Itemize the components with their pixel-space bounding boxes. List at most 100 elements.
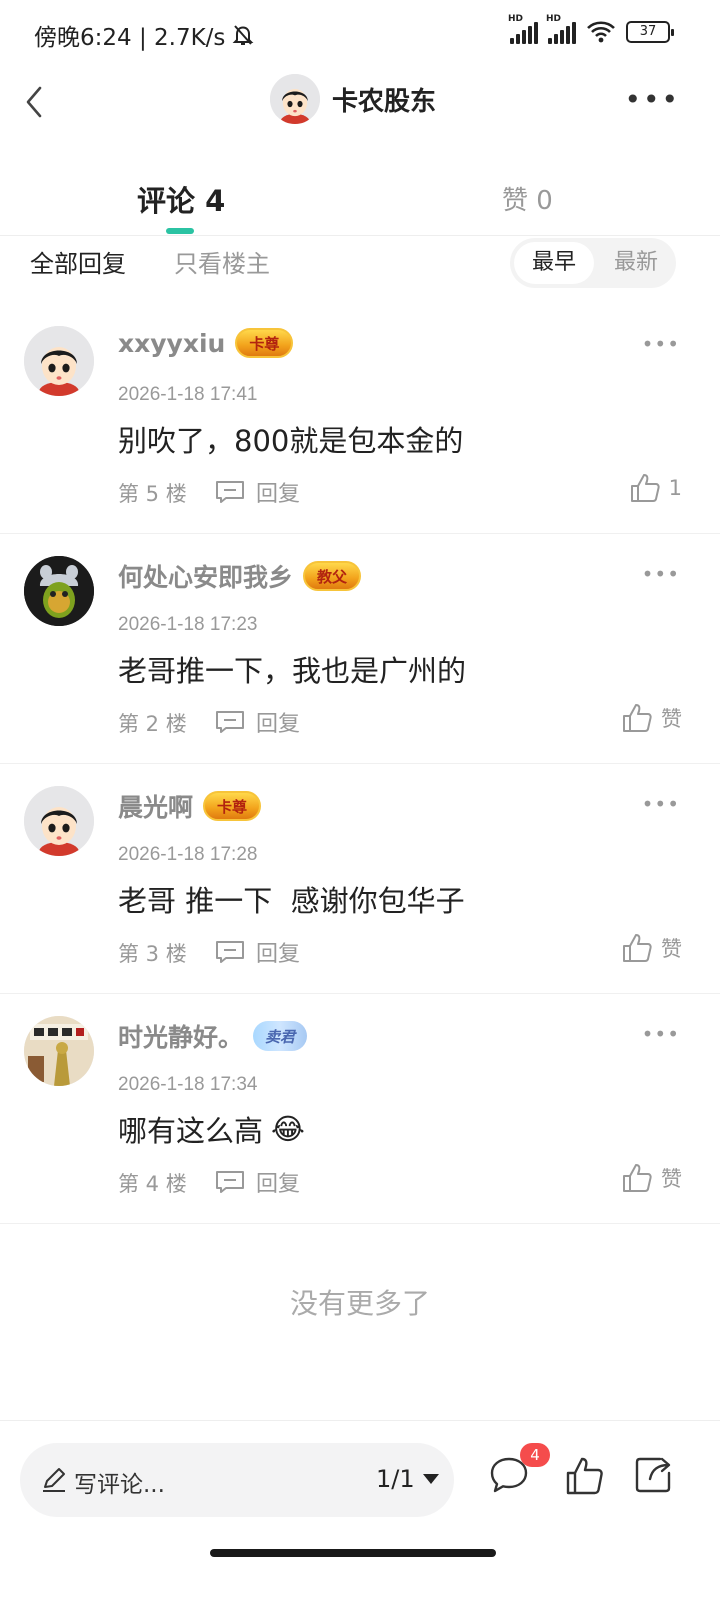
commenter-name-row: 何处心安即我乡 教父 <box>118 558 362 594</box>
commenter-name[interactable]: 何处心安即我乡 <box>118 558 293 594</box>
filter-row: 全部回复 只看楼主 最早 最新 <box>0 236 720 292</box>
laughing-tears-emoji-icon: 😂 <box>271 1112 305 1146</box>
comment-text: 老哥 推一下 感谢你包华子 <box>118 878 465 920</box>
status-right: HD HD 37 <box>508 14 674 44</box>
comment-text: 别吹了，800就是包本金的 <box>118 418 463 460</box>
status-left: 傍晚6:24 | 2.7K/s <box>34 18 255 52</box>
write-comment-placeholder: 写评论... <box>74 1472 165 1498</box>
header-user[interactable]: 卡农股东 <box>270 74 436 124</box>
comment-item: xxyyxiu 卡尊 ••• 2026-1-18 17:41 别吹了，800就是… <box>0 304 720 534</box>
comment-text-content: 哪有这么高 <box>118 1114 264 1148</box>
reply-button[interactable]: 回复 <box>214 476 300 508</box>
hd-label-2: HD <box>546 14 562 24</box>
rank-badge: 卡尊 <box>235 328 294 358</box>
thumbs-up-icon <box>623 1164 652 1192</box>
sort-earliest-button[interactable]: 最早 <box>514 242 594 284</box>
battery-icon: 37 <box>626 21 674 43</box>
like-label: 赞 <box>661 1167 682 1191</box>
back-arrow-icon[interactable] <box>18 82 58 122</box>
wifi-icon <box>587 21 615 43</box>
comment-text-content: 别吹了，800就是包本金的 <box>118 424 464 458</box>
comment-item: 晨光啊 卡尊 ••• 2026-1-18 17:28 老哥 推一下 感谢你包华子… <box>0 764 720 994</box>
comment-more-icon[interactable]: ••• <box>642 792 680 816</box>
thumbs-up-icon <box>623 704 652 732</box>
rank-badge: 卡尊 <box>203 791 262 821</box>
sort-latest-button[interactable]: 最新 <box>600 242 672 284</box>
reply-button[interactable]: 回复 <box>214 1166 300 1198</box>
reply-button[interactable]: 回复 <box>214 936 300 968</box>
comment-item: 时光静好。 卖君 ••• 2026-1-18 17:34 哪有这么高 😂 第 4… <box>0 994 720 1224</box>
avatar[interactable] <box>270 74 320 124</box>
commenter-avatar[interactable] <box>24 556 94 626</box>
reply-label: 回复 <box>256 482 301 507</box>
caret-down-icon <box>422 1474 439 1484</box>
page-number: 1/1 <box>376 1465 415 1493</box>
end-of-list-text: 没有更多了 <box>289 1287 430 1320</box>
status-time: 傍晚6:24 | 2.7K/s <box>34 25 226 51</box>
like-button[interactable]: 赞 <box>621 702 682 734</box>
thumbs-up-icon <box>630 474 660 502</box>
signal-icon: HD <box>508 14 538 44</box>
commenter-avatar[interactable] <box>24 326 94 396</box>
comment-more-icon[interactable]: ••• <box>642 1022 680 1046</box>
comment-time: 2026-1-18 17:41 <box>118 384 258 405</box>
comment-time: 2026-1-18 17:34 <box>118 1074 258 1095</box>
comment-text-content: 老哥推一下，我也是广州的 <box>118 654 467 688</box>
floor-number: 第 3 楼 <box>118 942 187 966</box>
write-comment-input[interactable]: 写评论... 1/1 <box>20 1443 454 1517</box>
top-nav: 卡农股东 ••• <box>0 70 720 134</box>
comment-more-icon[interactable]: ••• <box>642 332 680 356</box>
reply-bubble-icon <box>216 1171 244 1193</box>
like-label: 赞 <box>661 937 682 961</box>
commenter-avatar[interactable] <box>24 786 94 856</box>
filter-host-only[interactable]: 只看楼主 <box>174 244 270 279</box>
comment-text: 老哥推一下，我也是广州的 <box>118 648 466 690</box>
hd-label: HD <box>508 14 524 24</box>
tab-likes[interactable]: 赞 0 <box>502 180 553 217</box>
comment-count-badge: 4 <box>520 1443 550 1467</box>
comment-more-icon[interactable]: ••• <box>642 562 680 586</box>
commenter-name-row: 时光静好。 卖君 <box>118 1018 308 1054</box>
like-button[interactable]: 赞 <box>621 932 682 964</box>
like-button[interactable]: 1 <box>629 472 682 504</box>
comment-time: 2026-1-18 17:28 <box>118 844 258 865</box>
like-button[interactable]: 赞 <box>621 1162 682 1194</box>
rank-badge: 教父 <box>303 561 362 591</box>
status-bar: 傍晚6:24 | 2.7K/s HD HD 37 <box>0 0 720 70</box>
commenter-name[interactable]: 晨光啊 <box>118 788 193 824</box>
filter-all-replies[interactable]: 全部回复 <box>30 244 126 279</box>
reply-label: 回复 <box>256 942 301 967</box>
reply-label: 回复 <box>256 1172 301 1197</box>
mute-bell-icon <box>233 25 254 45</box>
commenter-name[interactable]: 时光静好。 <box>118 1018 243 1054</box>
commenter-avatar[interactable] <box>24 1016 94 1086</box>
rank-badge: 卖君 <box>253 1021 308 1051</box>
tab-bar: 评论 4 赞 0 <box>0 160 720 236</box>
floor-number: 第 4 楼 <box>118 1172 187 1196</box>
sort-toggle: 最早 最新 <box>510 238 676 288</box>
signal-icon-2: HD <box>546 14 576 44</box>
reply-bubble-icon <box>216 711 244 733</box>
thumbs-up-icon[interactable] <box>564 1455 604 1497</box>
comment-time: 2026-1-18 17:23 <box>118 614 258 635</box>
tab-comments[interactable]: 评论 4 <box>137 178 225 220</box>
bottom-bar: 写评论... 1/1 4 <box>0 1420 720 1600</box>
more-dots-icon[interactable]: ••• <box>624 86 680 114</box>
page-selector[interactable]: 1/1 <box>376 1465 439 1493</box>
pencil-icon <box>43 1468 65 1492</box>
share-icon[interactable] <box>632 1453 674 1495</box>
reply-label: 回复 <box>256 712 301 737</box>
commenter-name-row: 晨光啊 卡尊 <box>118 788 262 824</box>
reply-bubble-icon <box>216 481 244 503</box>
reply-button[interactable]: 回复 <box>214 706 300 738</box>
floor-number: 第 5 楼 <box>118 482 187 506</box>
header-title: 卡农股东 <box>332 86 437 117</box>
comment-item: 何处心安即我乡 教父 ••• 2026-1-18 17:23 老哥推一下，我也是… <box>0 534 720 764</box>
home-indicator[interactable] <box>210 1549 496 1557</box>
commenter-name[interactable]: xxyyxiu <box>118 329 225 358</box>
like-label: 赞 <box>661 707 682 731</box>
comment-text: 哪有这么高 😂 <box>118 1108 305 1150</box>
commenter-name-row: xxyyxiu 卡尊 <box>118 328 294 358</box>
comment-text-content: 老哥 推一下 感谢你包华子 <box>118 884 465 918</box>
floor-number: 第 2 楼 <box>118 712 187 736</box>
